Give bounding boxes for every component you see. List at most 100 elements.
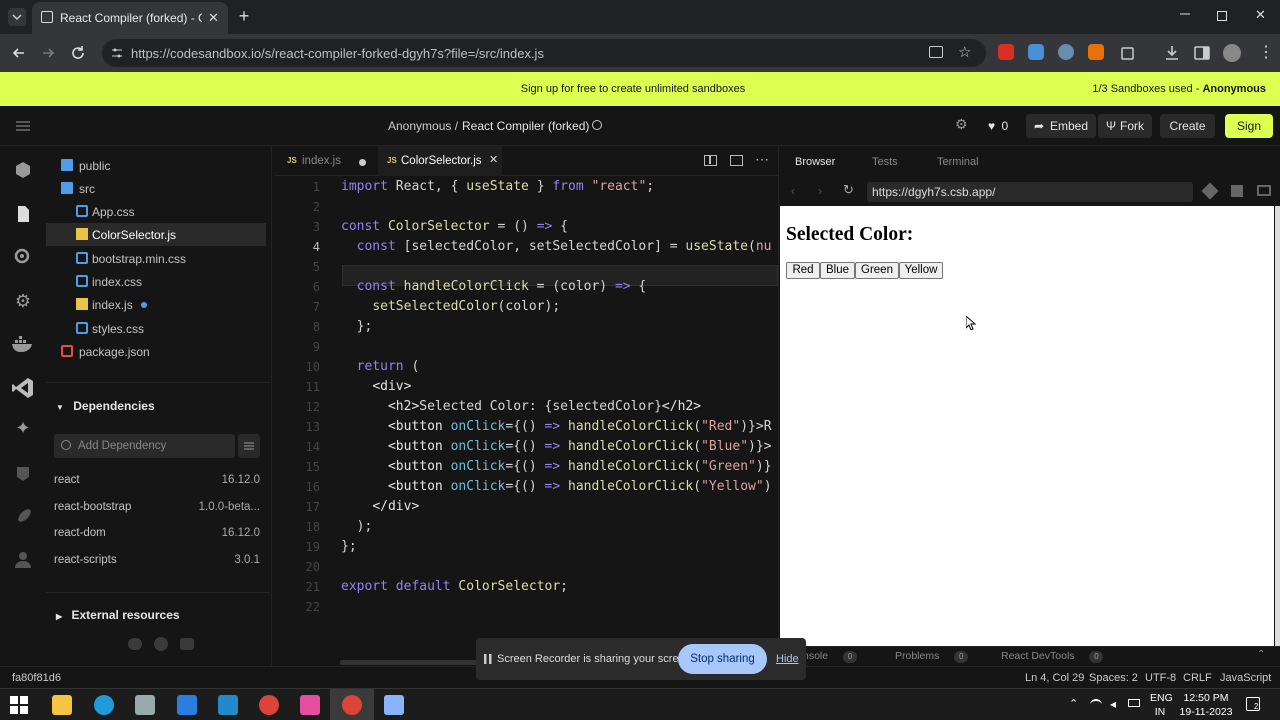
tree-item-bootstrap-css[interactable]: bootstrap.min.css — [46, 247, 266, 270]
screen-recorder-icon[interactable] — [384, 695, 404, 715]
volume-icon[interactable]: ◂ — [1110, 697, 1116, 711]
settings-icon[interactable]: ⚙ — [13, 291, 33, 311]
close-tab-icon[interactable]: ✕ — [489, 153, 498, 166]
browser-menu-icon[interactable]: ⋮ — [1256, 43, 1276, 63]
side-panel-icon[interactable] — [1192, 43, 1212, 63]
maximize-icon[interactable] — [1217, 11, 1227, 21]
tab-terminal[interactable]: Terminal — [937, 156, 979, 168]
profile-avatar[interactable] — [1223, 44, 1241, 62]
users-icon[interactable] — [13, 550, 33, 570]
tab-tests[interactable]: Tests — [872, 156, 898, 168]
sparkle-icon[interactable]: ✦ — [13, 418, 33, 438]
tree-item-colorselector-js[interactable]: ColorSelector.js — [46, 223, 266, 246]
add-dependency-input[interactable]: Add Dependency — [54, 434, 235, 458]
docker-icon[interactable] — [11, 334, 35, 354]
vscode-icon[interactable] — [11, 376, 35, 400]
cube-icon[interactable] — [13, 160, 33, 180]
tab-search-icon[interactable] — [8, 8, 26, 26]
split-view-icon[interactable] — [704, 155, 717, 166]
dependency-react-bootstrap[interactable]: react-bootstrap 1.0.0-beta... — [54, 501, 260, 513]
line-endings[interactable]: CRLF — [1183, 672, 1212, 684]
wifi-icon[interactable] — [1090, 699, 1102, 709]
new-tab-icon[interactable]: + — [234, 6, 254, 26]
system-clock[interactable]: 12:50 PM 19-11-2023 — [1178, 691, 1234, 719]
commit-hash[interactable]: fa80f81d6 — [12, 672, 61, 684]
chrome-icon[interactable] — [259, 695, 279, 715]
rocket-icon[interactable] — [13, 506, 33, 526]
dependency-react-scripts[interactable]: react-scripts 3.0.1 — [54, 554, 260, 566]
back-icon[interactable] — [9, 43, 29, 63]
tree-item-index-css[interactable]: index.css — [46, 270, 266, 293]
console-tab[interactable]: nsole 0 — [803, 650, 858, 663]
dependency-react-dom[interactable]: react-dom 16.12.0 — [54, 527, 260, 539]
preview-open-new-icon[interactable] — [1231, 185, 1243, 197]
yellow-button[interactable]: Yellow — [899, 262, 943, 279]
problems-tab[interactable]: Problems 0 — [895, 650, 969, 663]
external-resources-header[interactable]: ▶ External resources — [56, 608, 180, 622]
discord-icon[interactable] — [180, 638, 194, 650]
windows-start-icon[interactable] — [10, 696, 28, 714]
github-icon[interactable] — [154, 637, 168, 651]
install-app-icon[interactable] — [929, 46, 943, 58]
b-app-icon[interactable] — [177, 695, 197, 715]
tree-item-index-js[interactable]: index.js — [46, 293, 266, 316]
cursor-position[interactable]: Ln 4, Col 29 — [1025, 672, 1084, 684]
tree-item-src[interactable]: src — [46, 177, 266, 200]
downloads-icon[interactable] — [1162, 43, 1182, 63]
settings-gear-icon[interactable]: ⚙ — [955, 116, 968, 133]
dependencies-header[interactable]: ▼ Dependencies — [56, 399, 155, 413]
battery-icon[interactable] — [1128, 699, 1140, 707]
address-bar[interactable]: https://codesandbox.io/s/react-compiler-… — [102, 39, 986, 67]
bookmark-star-icon[interactable]: ☆ — [958, 43, 971, 61]
like-button[interactable]: ♥ 0 — [988, 119, 1008, 133]
close-tab-icon[interactable]: ✕ — [208, 10, 219, 26]
preview-scrollbar[interactable] — [1275, 206, 1280, 646]
preview-devtools-icon[interactable] — [1201, 182, 1219, 200]
tree-item-app-css[interactable]: App.css — [46, 200, 266, 223]
red-button[interactable]: Red — [786, 262, 820, 279]
indentation[interactable]: Spaces: 2 — [1089, 672, 1138, 684]
search-icon[interactable] — [13, 247, 33, 267]
fork-button[interactable]: Ψ Fork — [1098, 114, 1152, 138]
extension-orange-icon[interactable] — [1088, 44, 1104, 60]
notification-icon[interactable]: 2 — [1246, 697, 1260, 711]
input-language[interactable]: ENG IN — [1150, 691, 1173, 719]
dependency-react[interactable]: react 16.12.0 — [54, 474, 260, 486]
horizontal-scrollbar[interactable] — [340, 660, 490, 665]
hide-link[interactable]: Hide — [776, 653, 799, 665]
extensions-puzzle-icon[interactable] — [1118, 43, 1138, 63]
reload-icon[interactable] — [68, 43, 88, 63]
open-preview-icon[interactable] — [730, 155, 743, 166]
tree-item-styles-css[interactable]: styles.css — [46, 317, 266, 340]
dependency-list-icon[interactable] — [238, 434, 260, 458]
sign-in-button[interactable]: Sign in — [1225, 114, 1273, 157]
create-button[interactable]: Create — [1160, 114, 1215, 138]
window-close-icon[interactable]: ✕ — [1255, 7, 1266, 23]
tree-item-public[interactable]: public — [46, 154, 266, 177]
file-icon[interactable] — [13, 204, 33, 224]
stop-sharing-button[interactable]: Stop sharing — [678, 644, 767, 674]
sandbox-owner[interactable]: Anonymous / — [388, 119, 458, 133]
edge-icon[interactable] — [94, 695, 114, 715]
green-button[interactable]: Green — [855, 262, 899, 279]
editor-tab-index-js[interactable]: JS index.js — [274, 146, 378, 176]
store-icon[interactable] — [135, 695, 155, 715]
site-info-icon[interactable] — [111, 47, 123, 59]
tree-item-package-json[interactable]: package.json — [46, 340, 266, 363]
extension-camera-icon[interactable] — [1028, 44, 1044, 60]
banner-message[interactable]: Sign up for free to create unlimited san… — [0, 83, 1266, 95]
vscode-taskbar-icon[interactable] — [218, 695, 238, 715]
more-options-icon[interactable]: ⋯ — [755, 151, 769, 168]
embed-button[interactable]: ➦ Embed — [1026, 114, 1097, 138]
sandbox-name[interactable]: React Compiler (forked) — [462, 119, 589, 133]
blue-button[interactable]: Blue — [820, 262, 855, 279]
twitter-icon[interactable] — [128, 638, 142, 650]
preview-forward-icon[interactable]: › — [818, 184, 822, 198]
code-area[interactable]: 1 2 3 4 5 6 7 8 9 10 11 12 13 14 15 16 17 18 19 20 21 22 impo… — [274, 176, 778, 646]
editor-tab-colorselector-js[interactable]: JS ColorSelector.js ✕ — [378, 146, 502, 176]
deploy-icon[interactable] — [13, 463, 33, 483]
preview-back-icon[interactable]: ‹ — [791, 184, 795, 198]
chrome-active-icon[interactable] — [342, 695, 362, 715]
extension-globe-icon[interactable] — [1058, 44, 1074, 60]
extension-red-icon[interactable] — [998, 44, 1014, 60]
